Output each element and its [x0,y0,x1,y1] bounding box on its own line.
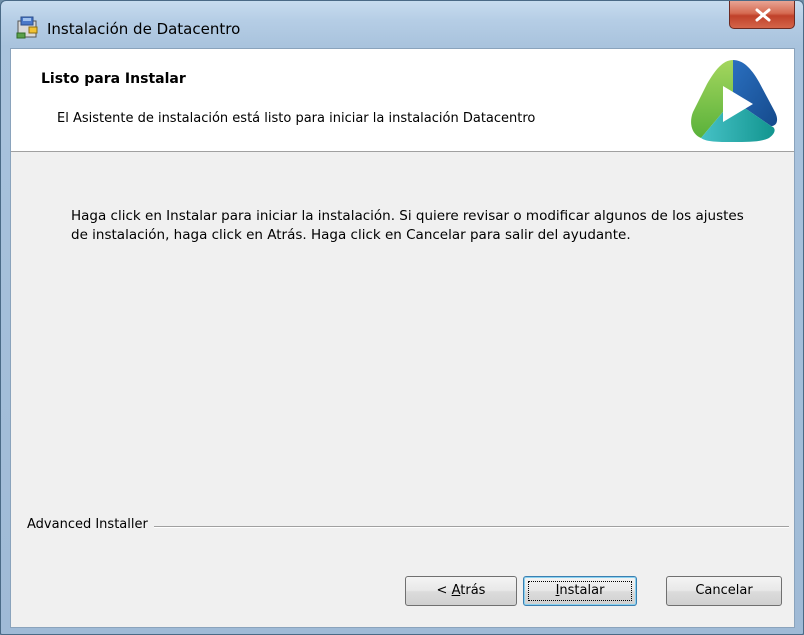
back-prefix: < [436,583,452,598]
brand-label: Advanced Installer [27,517,154,532]
header-subtitle: El Asistente de instalación está listo p… [57,111,536,126]
dialog-header: Listo para Instalar El Asistente de inst… [11,49,794,152]
dialog-client-area: Listo para Instalar El Asistente de inst… [10,48,795,628]
header-title: Listo para Instalar [41,71,186,87]
install-label-rest: nstalar [559,583,605,598]
back-mnemonic: A [451,583,461,598]
cancel-button[interactable]: Cancelar [666,576,782,606]
brand-separator: Advanced Installer [27,517,795,535]
install-button[interactable]: Instalar [523,576,637,606]
window-title: Instalación de Datacentro [47,20,241,38]
close-button[interactable] [729,1,795,29]
title-bar[interactable]: Instalación de Datacentro [1,1,803,41]
datacentro-logo [691,60,778,142]
back-button[interactable]: < Atrás [405,576,517,606]
installer-window: Instalación de Datacentro Listo para Ins… [0,0,804,635]
instruction-text: Haga click en Instalar para iniciar la i… [71,208,744,243]
close-icon [755,8,771,22]
back-label-rest: trás [460,583,486,598]
installer-package-icon [16,16,38,39]
